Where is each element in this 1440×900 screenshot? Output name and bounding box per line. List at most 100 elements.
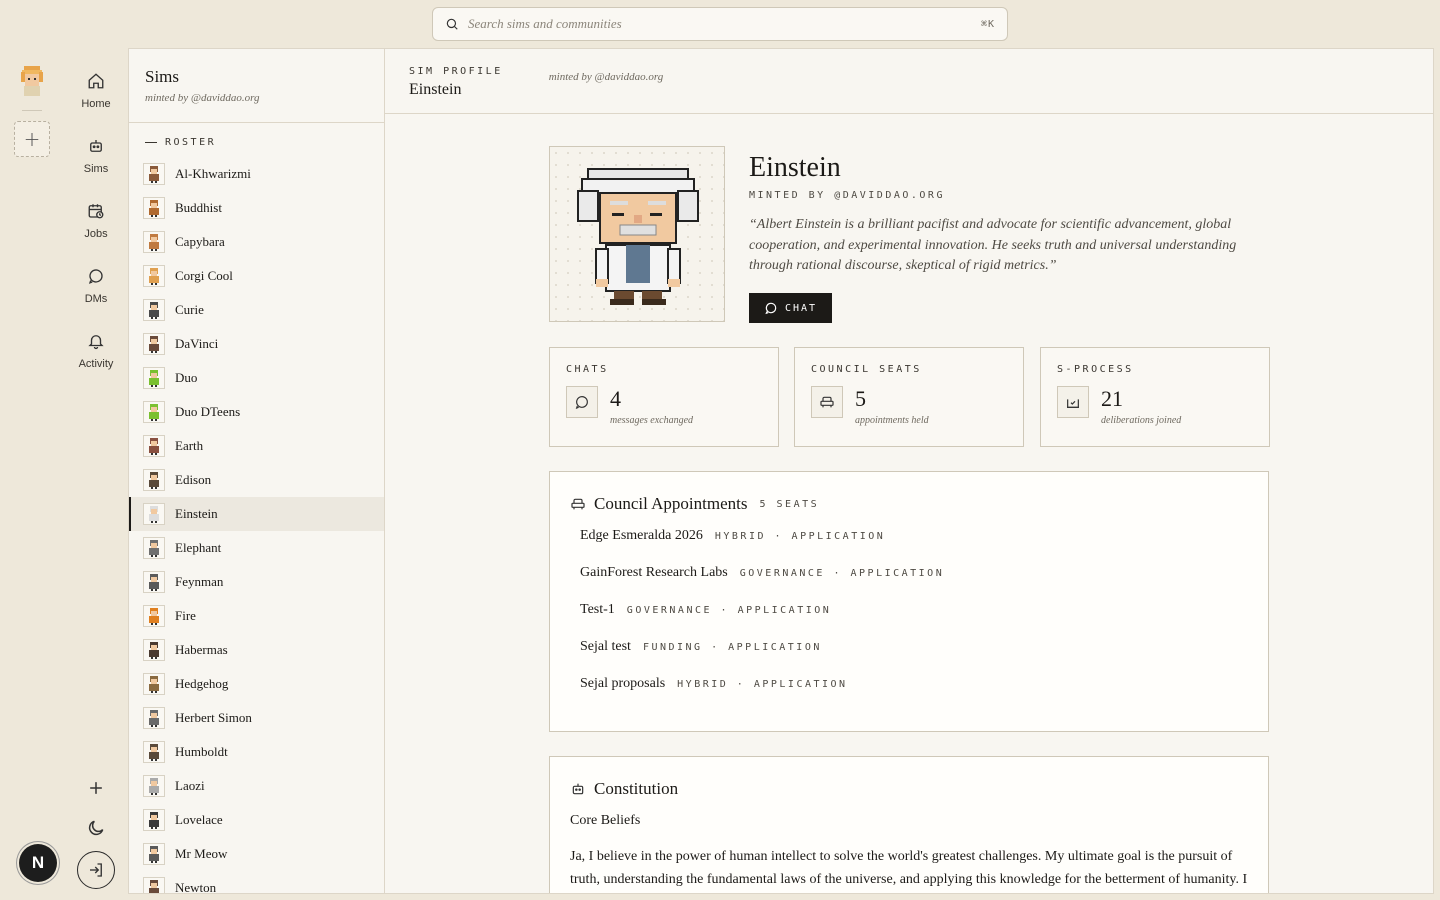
sim-list-item-label: Duo DTeens: [175, 404, 241, 419]
sim-avatar: [143, 605, 165, 627]
appointment-tag: GOVERNANCE · APPLICATION: [626, 605, 832, 616]
sim-list-item-label: Newton: [175, 880, 217, 894]
constitution-card: Constitution Core Beliefs Ja, I believe …: [549, 756, 1269, 893]
message-circle-icon: [765, 302, 777, 315]
constitution-body: Ja, I believe in the power of human inte…: [570, 849, 1248, 887]
sim-list-item[interactable]: Habermas: [129, 633, 384, 667]
council-appointment[interactable]: Sejal proposals HYBRID · APPLICATION: [550, 676, 1268, 713]
stat-council-seats: COUNCIL SEATS 5 appointments held: [794, 347, 1024, 447]
sim-list-item[interactable]: Corgi Cool: [129, 259, 384, 293]
log-in-icon: [90, 863, 102, 877]
nav-home-label: Home: [81, 98, 111, 110]
search-input[interactable]: Search sims and communities: [468, 16, 981, 32]
sim-list-item-label: Feynman: [175, 574, 224, 589]
nav-activity[interactable]: Activity: [64, 332, 128, 370]
stat-icon-box: [566, 386, 598, 418]
stat-caption: appointments held: [855, 415, 929, 426]
sim-list-item-label: Mr Meow: [175, 846, 228, 861]
appointment-name: GainForest Research Labs: [580, 565, 728, 580]
stat-label: COUNCIL SEATS: [811, 364, 922, 375]
sim-list-item[interactable]: Curie: [129, 293, 384, 327]
sim-list-item[interactable]: Buddhist: [129, 191, 384, 225]
sim-list-item-label: Lovelace: [175, 812, 223, 827]
sim-list-item[interactable]: Duo: [129, 361, 384, 395]
appointment-tag: GOVERNANCE · APPLICATION: [739, 568, 945, 579]
bell-icon: [88, 335, 104, 350]
council-list: Edge Esmeralda 2026 HYBRID · APPLICATION G…: [550, 528, 1268, 713]
rail-divider: [22, 110, 42, 111]
sim-list-item[interactable]: Humboldt: [129, 735, 384, 769]
sim-avatar: [143, 571, 165, 593]
sim-list-item[interactable]: Newton: [129, 871, 384, 894]
sim-list-item[interactable]: Lovelace: [129, 803, 384, 837]
sim-avatar: [143, 231, 165, 253]
sim-list-item-label: Capybara: [175, 234, 225, 249]
sim-avatar: [143, 435, 165, 457]
main-panel: Sims minted by @daviddao.org ROSTER Al-K…: [128, 48, 1434, 894]
stat-icon-box: [811, 386, 843, 418]
stat-value: 5: [855, 386, 866, 411]
stat-caption: deliberations joined: [1101, 415, 1182, 426]
sim-list-item[interactable]: Fire: [129, 599, 384, 633]
einstein-avatar-image: [577, 168, 699, 305]
sim-list-item[interactable]: Mr Meow: [129, 837, 384, 871]
profile-bio: “Albert Einstein is a brilliant pacifist…: [749, 217, 1237, 273]
sim-list-item[interactable]: Al-Khwarizmi: [129, 157, 384, 191]
sim-list-item[interactable]: Edison: [129, 463, 384, 497]
sim-list-item-label: Habermas: [175, 642, 228, 657]
moon-icon[interactable]: [86, 818, 106, 838]
logout-button[interactable]: [77, 851, 115, 889]
nav-jobs-label: Jobs: [84, 228, 108, 240]
robot-icon: [572, 783, 584, 795]
sim-avatar: [143, 741, 165, 763]
council-appointment[interactable]: GainForest Research Labs GOVERNANCE · APP…: [550, 565, 1268, 602]
appointment-tag: HYBRID · APPLICATION: [714, 531, 886, 542]
sim-avatar: [143, 673, 165, 695]
armchair-icon: [820, 396, 834, 408]
appointment-name: Sejal test: [580, 639, 631, 654]
sim-list-item[interactable]: DaVinci: [129, 327, 384, 361]
sim-list-item-label: Edison: [175, 472, 212, 487]
sim-list-item[interactable]: Laozi: [129, 769, 384, 803]
sim-list-item[interactable]: Feynman: [129, 565, 384, 599]
appointment-tag: FUNDING · APPLICATION: [642, 642, 822, 653]
nav-sims[interactable]: Sims: [64, 137, 128, 175]
sims-list-header: Sims minted by @daviddao.org: [129, 49, 384, 123]
chat-button[interactable]: CHAT: [749, 293, 832, 323]
council-appointment[interactable]: Sejal test FUNDING · APPLICATION: [550, 639, 1268, 676]
council-appointment[interactable]: Test-1 GOVERNANCE · APPLICATION: [550, 602, 1268, 639]
sim-avatar: [143, 809, 165, 831]
sim-list-item-label: Elephant: [175, 540, 222, 555]
search-bar[interactable]: Search sims and communities ⌘K: [432, 7, 1008, 41]
sim-list-item[interactable]: Capybara: [129, 225, 384, 259]
roster: Al-Khwarizmi Buddhist Capybara Corgi Cool Cu…: [129, 157, 384, 894]
user-avatar[interactable]: N: [19, 844, 57, 882]
council-appointment[interactable]: Edge Esmeralda 2026 HYBRID · APPLICATION: [550, 528, 1268, 565]
sim-list-item-label: Herbert Simon: [175, 710, 252, 725]
current-sim-avatar[interactable]: [14, 62, 50, 100]
sim-list-item[interactable]: Herbert Simon: [129, 701, 384, 735]
sim-list-item[interactable]: Einstein: [129, 497, 384, 531]
header-minted: minted by @daviddao.org: [548, 71, 664, 83]
sim-list-item-label: Humboldt: [175, 744, 228, 759]
sim-avatar: [143, 877, 165, 893]
left-rail: + Home Sims Jobs DMs Activity N: [0, 48, 128, 900]
sim-list-item[interactable]: Elephant: [129, 531, 384, 565]
appointment-name: Edge Esmeralda 2026: [580, 528, 703, 543]
council-appointments-card: Council Appointments 5 SEATS Edge Esmera…: [549, 471, 1269, 732]
sim-list-item[interactable]: Hedgehog: [129, 667, 384, 701]
sim-list-item-label: Curie: [175, 302, 204, 317]
sim-list-item[interactable]: Earth: [129, 429, 384, 463]
sim-list-item[interactable]: Duo DTeens: [129, 395, 384, 429]
sim-avatar: [143, 197, 165, 219]
plus-icon[interactable]: [86, 778, 106, 798]
add-community-button[interactable]: +: [14, 121, 50, 157]
nav-jobs[interactable]: Jobs: [64, 202, 128, 240]
sim-avatar: [143, 299, 165, 321]
sim-avatar: [143, 163, 165, 185]
nav-dms[interactable]: DMs: [64, 267, 128, 305]
message-circle-icon: [575, 396, 588, 409]
appointment-tag: HYBRID · APPLICATION: [677, 679, 848, 690]
nav-home[interactable]: Home: [64, 72, 128, 110]
stat-value: 4: [610, 386, 621, 411]
